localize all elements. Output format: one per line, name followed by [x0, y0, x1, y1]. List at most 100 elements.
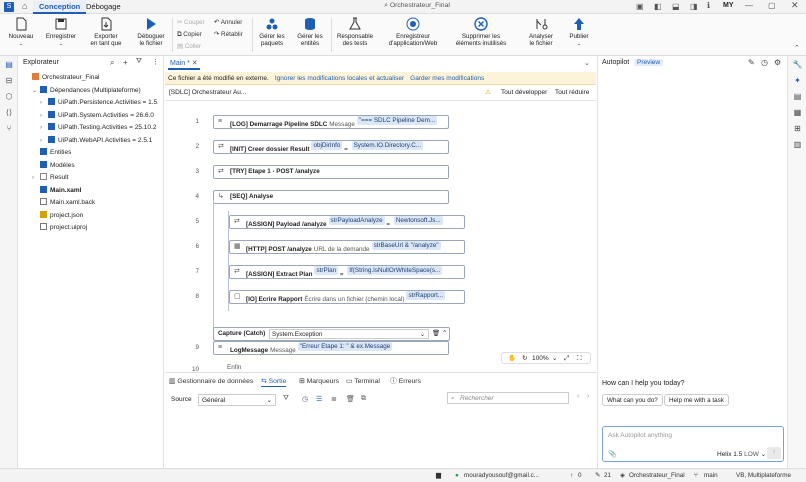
expression-chip[interactable]: objDirInfo: [311, 141, 343, 150]
enregistrer-button[interactable]: Enregistrer ⌄: [42, 14, 80, 56]
project-search[interactable]: ⌕ Orchestrateur_Final: [362, 2, 472, 12]
tree-item[interactable]: › UiPath.Testing.Activities = 25.10.2: [40, 122, 158, 134]
model-select[interactable]: Helix 1.5 LOW ⌄: [717, 450, 766, 458]
search-icon[interactable]: ⌕: [110, 58, 114, 68]
reports-icon[interactable]: ▥: [792, 139, 803, 150]
output-search-input[interactable]: ⌕ Rechercher: [447, 392, 569, 404]
supprimer-inutilises-button[interactable]: Supprimer les éléments inutilisés: [450, 14, 512, 56]
settings-icon[interactable]: ⚙: [774, 58, 781, 67]
expand-all-button[interactable]: Tout développer: [501, 85, 547, 101]
delete-icon[interactable]: 🗑: [432, 328, 440, 340]
more-icon[interactable]: ⋮: [152, 58, 159, 66]
collapse-icon[interactable]: ⌃: [442, 328, 447, 340]
chevron-right-icon[interactable]: ›: [40, 110, 48, 122]
tree-item[interactable]: Entities: [32, 147, 158, 159]
storage-icon[interactable]: ▆: [436, 469, 441, 482]
activity-row[interactable]: ↳ [SEQ] Analyse: [213, 190, 449, 204]
finally-block[interactable]: Enfin: [227, 364, 241, 370]
chevron-right-icon[interactable]: ›: [40, 122, 48, 134]
chevron-right-icon[interactable]: ›: [40, 97, 48, 109]
status-sync-count[interactable]: 0: [578, 469, 582, 482]
couper-button[interactable]: ✂ Couper: [177, 18, 205, 28]
help-with-task-button[interactable]: Help me with a task: [664, 394, 729, 406]
close-tab-icon[interactable]: ✕: [192, 60, 198, 67]
breadcrumb-root[interactable]: [SDLC] Orchestrateur Au...: [169, 89, 246, 96]
activity-row[interactable]: ▦ [HTTP] POST /analyze URL de la demandest…: [229, 240, 465, 254]
tab-markers[interactable]: ⊞ Marqueurs: [299, 376, 339, 387]
tab-autopilot[interactable]: Autopilot: [602, 59, 629, 66]
deboguer-button[interactable]: Déboguer le fichier: [132, 14, 170, 56]
close-icon[interactable]: ✕: [791, 0, 799, 11]
tree-item[interactable]: ⌄ Dépendances (Multiplateforme): [32, 85, 158, 97]
expression-chip[interactable]: strRapport...: [406, 291, 446, 300]
enregistreur-button[interactable]: Enregistreur d'application/Web: [381, 14, 445, 56]
user-avatar[interactable]: MY: [723, 2, 734, 9]
chevron-right-icon[interactable]: ›: [40, 135, 48, 147]
collapse-ribbon-icon[interactable]: ⌃: [794, 44, 800, 52]
next-icon[interactable]: ›: [587, 393, 589, 400]
source-select[interactable]: Général ⌄: [198, 394, 276, 406]
tab-conception[interactable]: Conception: [33, 1, 87, 14]
tree-item[interactable]: project.uiproj: [32, 222, 158, 234]
tab-debogage[interactable]: Débogage: [80, 1, 127, 14]
catch-block[interactable]: Capture (Catch) System.Exception ⌄ 🗑 ⌃: [213, 327, 450, 341]
ignore-local-changes-link[interactable]: Ignorer les modifications locales et act…: [275, 75, 404, 82]
previous-icon[interactable]: ‹: [577, 393, 579, 400]
history-icon[interactable]: ◷: [761, 58, 768, 67]
activities-icon[interactable]: ⊟: [4, 76, 14, 86]
filter-icon[interactable]: ⛛: [136, 58, 142, 66]
tree-item[interactable]: › UiPath.WebAPI.Activities = 2.5.1: [40, 135, 158, 147]
properties-icon[interactable]: 🔧: [792, 59, 803, 70]
gerer-entites-button[interactable]: Gérer les entités: [293, 14, 327, 56]
collapse-all-button[interactable]: Tout réduire: [555, 85, 589, 101]
chevron-right-icon[interactable]: ›: [32, 172, 40, 184]
explorer-icon[interactable]: ▤: [4, 60, 14, 70]
tree-item[interactable]: Main.xaml: [32, 185, 158, 197]
panel-right-icon[interactable]: ◨: [690, 2, 698, 11]
tree-item[interactable]: Orchestrateur_Final: [24, 72, 158, 84]
tree-item[interactable]: Modèles: [32, 160, 158, 172]
annuler-button[interactable]: ↶ Annuler: [214, 18, 242, 28]
expression-chip[interactable]: strPlan: [314, 266, 339, 275]
expression-chip[interactable]: strBaseUrl & "/analyze": [371, 241, 441, 250]
tree-item[interactable]: › UiPath.Persistence.Activities = 1.5.0: [40, 97, 158, 109]
keep-changes-link[interactable]: Garder mes modifications: [410, 75, 484, 82]
status-changes-count[interactable]: 21: [604, 469, 611, 482]
tab-data-manager[interactable]: ▥ Gestionnaire de données: [169, 376, 253, 387]
expression-chip[interactable]: If(String.IsNullOrWhiteSpace(s...: [347, 266, 443, 275]
hand-tool-icon[interactable]: ✋: [508, 353, 516, 364]
nouveau-button[interactable]: Nouveau ⌄: [2, 14, 40, 56]
chevron-down-icon[interactable]: ⌄: [584, 59, 590, 67]
outline-icon[interactable]: ▤: [792, 91, 803, 102]
tab-errors[interactable]: ⓘ Erreurs: [390, 376, 421, 387]
add-icon[interactable]: +: [123, 58, 128, 67]
analyser-button[interactable]: Analyser le fichier: [520, 14, 562, 56]
activity-row[interactable]: ≡ [LOG] Demarrage Pipeline SDLC Message"==…: [213, 115, 449, 129]
retablir-button[interactable]: ↷ Rétablir: [214, 30, 243, 40]
activity-row[interactable]: ≡ LogMessage Message"Erreur Etape 1: " & e…: [213, 341, 449, 355]
send-icon[interactable]: ↑: [767, 447, 781, 459]
tree-item[interactable]: project.json: [32, 210, 158, 222]
expression-chip[interactable]: Newtonsoft.Js...: [393, 216, 443, 225]
maximize-icon[interactable]: ▢: [768, 1, 776, 10]
autopilot-icon[interactable]: ✦: [792, 75, 803, 86]
tree-item[interactable]: Main.xaml.back: [32, 197, 158, 209]
reset-icon[interactable]: ↻: [522, 353, 527, 364]
wrap-icon[interactable]: ≣: [331, 395, 337, 403]
home-icon[interactable]: ⌂: [22, 1, 27, 11]
activity-row[interactable]: ▢ [IO] Ecrire Rapport Écrire dans un fichi…: [229, 290, 465, 304]
layout-icon[interactable]: ▣: [636, 2, 644, 11]
autopilot-input[interactable]: Ask Autopilot anything 📎 Helix 1.5 LOW ⌄…: [602, 426, 784, 462]
status-project[interactable]: Orchestrateur_Final: [629, 469, 685, 482]
snippets-icon[interactable]: ⬡: [4, 92, 14, 102]
tab-output[interactable]: ⇆ Sortie: [261, 376, 287, 387]
copier-button[interactable]: ⧉ Copier: [177, 30, 202, 40]
open-file-icon[interactable]: ⧉: [361, 395, 366, 403]
minimize-icon[interactable]: —: [745, 1, 753, 10]
chevron-down-icon[interactable]: ⌄: [552, 353, 557, 364]
expression-chip[interactable]: "=== SDLC Pipeline Dem...: [356, 116, 438, 125]
expression-chip[interactable]: "Erreur Etape 1: " & ex.Message: [297, 342, 393, 351]
edit-icon[interactable]: ✎: [748, 58, 755, 67]
activity-row[interactable]: ⇄ [TRY] Etape 1 - POST /analyze: [213, 165, 449, 179]
activity-row[interactable]: ⇄ [ASSIGN] Payload /analyzestrPayloadAnal…: [229, 215, 465, 229]
